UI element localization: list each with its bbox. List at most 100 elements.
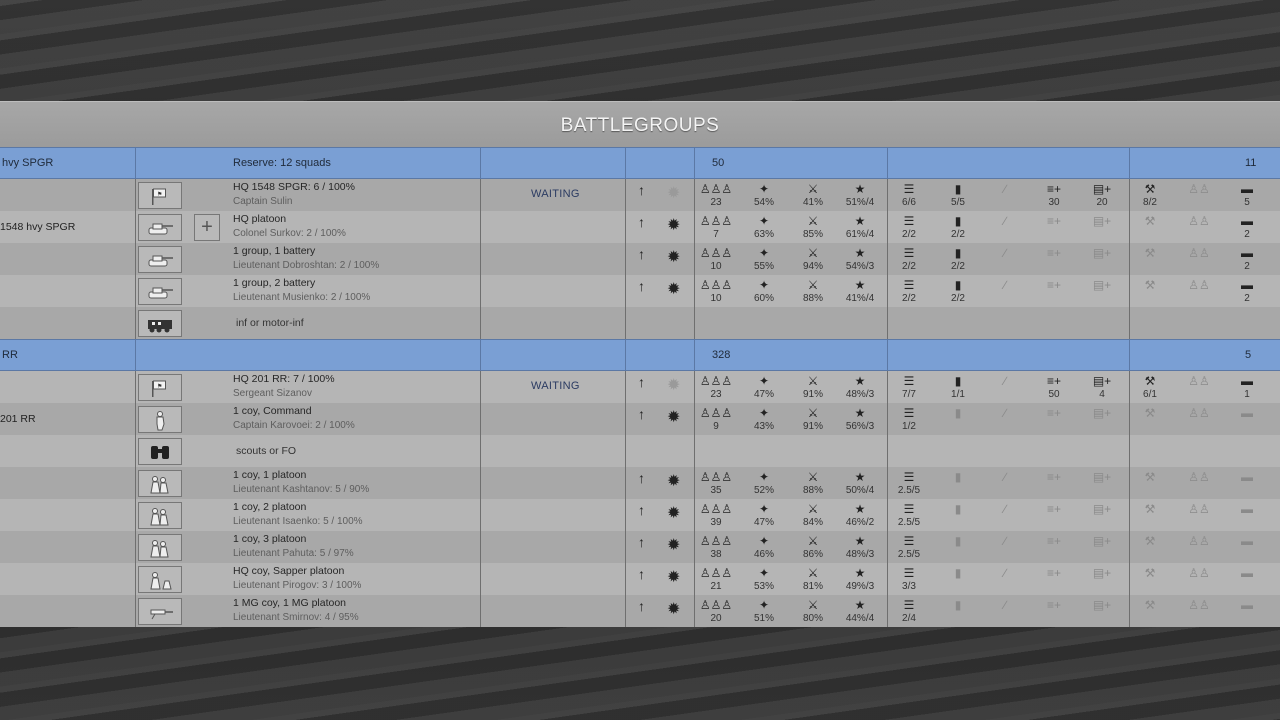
- rifle-icon: ∕: [1003, 502, 1006, 516]
- stat-s7: ♙♙: [1179, 534, 1219, 561]
- fire-order-icon[interactable]: ✹: [667, 471, 680, 491]
- column-divider: [887, 307, 888, 339]
- crew-icon: ♙♙: [1188, 406, 1210, 420]
- stat-value: [1082, 293, 1122, 305]
- battlegroup-header[interactable]: hvy SPGR Reserve: 12 squads 50 11: [0, 147, 1280, 179]
- stat-value: 2/2: [951, 229, 965, 240]
- unit-row[interactable]: 1 MG coy, 1 MG platoon Lieutenant Smirnov…: [0, 595, 1280, 627]
- unit-type-button[interactable]: [138, 470, 182, 497]
- unit-row[interactable]: HQ coy, Sapper platoon Lieutenant Pirogov…: [0, 563, 1280, 595]
- eagle-icon: ✦: [758, 502, 770, 516]
- column-divider: [625, 243, 626, 275]
- stat-s4: ≡+: [1034, 278, 1074, 305]
- infantry-icon: [143, 473, 177, 495]
- stat-value: 60%: [753, 293, 774, 304]
- runner-icon: ⚔: [807, 534, 819, 548]
- unit-name: HQ coy, Sapper platoon: [233, 565, 345, 577]
- unit-row[interactable]: 1 coy, 3 platoon Lieutenant Pahuta: 5 / 9…: [0, 531, 1280, 563]
- stat-morale: ✦ 52%: [744, 470, 784, 497]
- unit-row[interactable]: ⚑ HQ 201 RR: 7 / 100% Sergeant Sizanov WAIT…: [0, 371, 1280, 403]
- fire-order-icon[interactable]: ✹: [667, 279, 680, 299]
- fire-order-icon[interactable]: ✹: [667, 247, 680, 267]
- move-order-icon[interactable]: ↑: [638, 214, 645, 230]
- stat-value: [1034, 517, 1074, 529]
- stat-value: 5/5: [951, 197, 965, 208]
- unit-status: WAITING: [531, 380, 580, 392]
- unit-type-button[interactable]: [138, 310, 182, 337]
- move-order-icon[interactable]: ↑: [638, 406, 645, 422]
- unit-type-button[interactable]: [138, 534, 182, 561]
- stat-s4: ≡+: [1034, 598, 1074, 625]
- stat-s3: ∕: [985, 566, 1025, 593]
- unit-type-button[interactable]: ⚑: [138, 374, 182, 401]
- move-order-icon[interactable]: ↑: [638, 534, 645, 550]
- unit-row[interactable]: 1 group, 2 battery Lieutenant Musienko: 2…: [0, 275, 1280, 307]
- stat-value: 5: [1244, 197, 1250, 208]
- unit-type-button[interactable]: [138, 502, 182, 529]
- list-plus-icon: ≡+: [1046, 598, 1061, 612]
- move-order-icon[interactable]: ↑: [638, 566, 645, 582]
- stat-value: 8/2: [1143, 197, 1157, 208]
- infantry-icon: [143, 537, 177, 559]
- stat-value: 4: [1099, 389, 1105, 400]
- fire-order-icon[interactable]: ✹: [667, 215, 680, 235]
- unit-type-button[interactable]: ⚑: [138, 182, 182, 209]
- stat-fatigue: ⚔ 41%: [793, 182, 833, 209]
- stat-s4: ≡+: [1034, 470, 1074, 497]
- list-icon: ☰: [903, 470, 915, 484]
- fire-order-icon[interactable]: ✹: [667, 503, 680, 523]
- list-icon: ☰: [903, 246, 915, 260]
- unit-type-button[interactable]: [138, 438, 182, 465]
- unit-row[interactable]: 1 group, 1 battery Lieutenant Dobroshtan:…: [0, 243, 1280, 275]
- unit-row[interactable]: scouts or FO: [0, 435, 1280, 467]
- stat-s8: ▬ 5: [1227, 182, 1267, 209]
- unit-type-button[interactable]: [138, 598, 182, 625]
- stat-s6: ⚒: [1130, 598, 1170, 625]
- men-icon: ♙♙♙: [699, 406, 733, 420]
- unit-type-button[interactable]: [138, 278, 182, 305]
- stat-value: [1130, 517, 1170, 529]
- move-order-icon[interactable]: ↑: [638, 502, 645, 518]
- unit-type-button[interactable]: [138, 246, 182, 273]
- ammo-icon: ▮: [954, 246, 962, 260]
- column-divider: [480, 467, 481, 499]
- unit-row[interactable]: inf or motor-inf: [0, 307, 1280, 339]
- move-order-icon[interactable]: ↑: [638, 470, 645, 486]
- unit-row[interactable]: 201 RR 1 coy, Command Captain Karovoei: 2 …: [0, 403, 1280, 435]
- move-order-icon[interactable]: ↑: [638, 374, 645, 390]
- unit-row[interactable]: ⚑ HQ 1548 SPGR: 6 / 100% Captain Sulin WAIT…: [0, 179, 1280, 211]
- move-order-icon[interactable]: ↑: [638, 278, 645, 294]
- rifle-icon: ∕: [1003, 278, 1006, 292]
- stat-value: [1227, 613, 1267, 625]
- fire-order-icon[interactable]: ✹: [667, 375, 680, 395]
- stat-value: 84%: [802, 517, 823, 528]
- move-order-icon[interactable]: ↑: [638, 598, 645, 614]
- unit-type-button[interactable]: [138, 214, 182, 241]
- column-divider: [135, 467, 136, 499]
- column-divider: [887, 275, 888, 307]
- stat-value: [985, 293, 1025, 305]
- ammo-icon: ▮: [954, 502, 962, 516]
- unit-type-button[interactable]: [138, 566, 182, 593]
- fire-order-icon[interactable]: ✹: [667, 535, 680, 555]
- fire-order-icon[interactable]: ✹: [667, 567, 680, 587]
- column-divider: [135, 179, 136, 211]
- fire-order-icon[interactable]: ✹: [667, 599, 680, 619]
- unit-type-button[interactable]: [138, 406, 182, 433]
- hq-flag-icon: ⚑: [143, 185, 177, 207]
- move-order-icon[interactable]: ↑: [638, 246, 645, 262]
- stat-s4: ≡+: [1034, 534, 1074, 561]
- unit-row[interactable]: 1 coy, 1 platoon Lieutenant Kashtanov: 5 …: [0, 467, 1280, 499]
- stat-s1: ☰ 2/2: [889, 246, 929, 273]
- stat-value: 23: [710, 389, 722, 400]
- move-order-icon[interactable]: ↑: [638, 182, 645, 198]
- battlegroup-header[interactable]: RR 328 5: [0, 339, 1280, 371]
- fire-order-icon[interactable]: ✹: [667, 407, 680, 427]
- unit-row[interactable]: 1548 hvy SPGR + HQ platoon Colonel Surkov: …: [0, 211, 1280, 243]
- stat-value: 51%/4: [845, 197, 875, 208]
- fire-order-icon[interactable]: ✹: [667, 183, 680, 203]
- unit-row[interactable]: 1 coy, 2 platoon Lieutenant Isaenko: 5 / …: [0, 499, 1280, 531]
- stat-s5: ▤+: [1082, 278, 1122, 305]
- add-unit-button[interactable]: +: [194, 214, 220, 241]
- stat-value: 20: [710, 613, 722, 624]
